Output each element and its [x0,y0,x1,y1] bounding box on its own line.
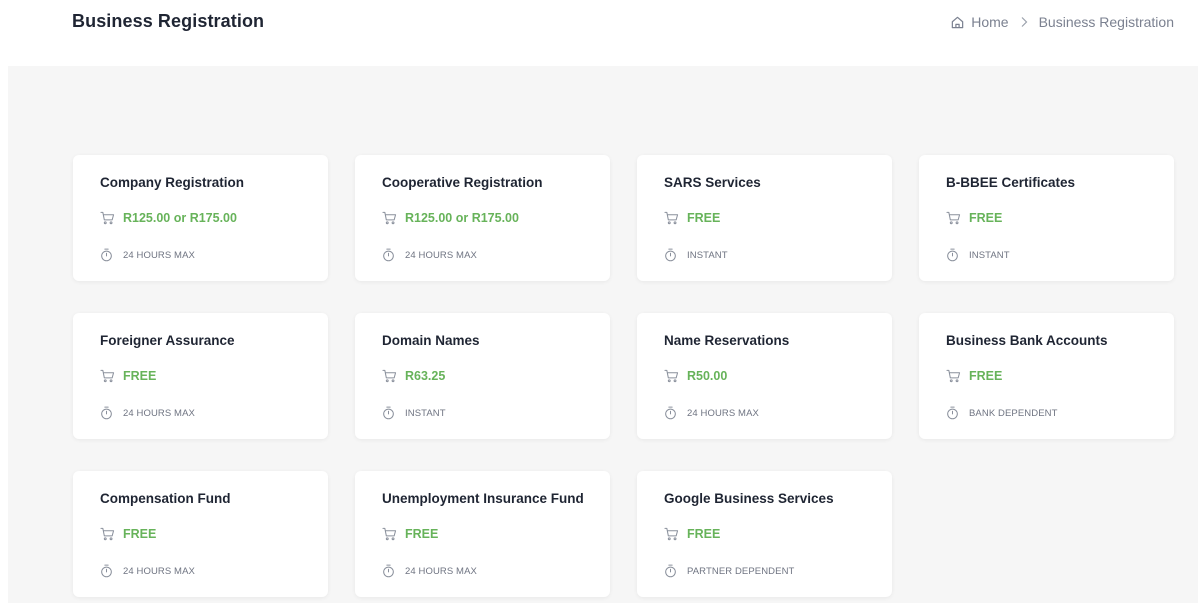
price-value: FREE [687,211,721,225]
cart-icon [382,211,397,225]
service-price: FREE [946,211,1002,225]
service-title: Name Reservations [664,333,790,348]
breadcrumb-current: Business Registration [1038,14,1174,30]
service-duration: 24 HOURS MAX [382,564,477,578]
service-price: FREE [100,369,156,383]
cart-icon [100,527,115,541]
service-title: Compensation Fund [100,491,231,506]
service-title: Foreigner Assurance [100,333,235,348]
home-icon[interactable] [950,15,965,30]
price-value: R63.25 [405,369,446,383]
price-value: FREE [123,527,157,541]
timer-icon [383,406,394,420]
timer-icon [947,248,958,262]
service-title: SARS Services [664,175,761,190]
cart-icon [946,369,961,383]
duration-value: PARTNER DEPENDENT [687,565,795,577]
service-card[interactable]: Name Reservations R50.00 24 HOURS MAX [637,313,892,439]
price-value: FREE [969,211,1003,225]
duration-value: INSTANT [405,407,446,419]
cart-icon [946,211,961,225]
cart-icon [100,211,115,225]
service-title: Unemployment Insurance Fund [382,491,584,506]
timer-icon [101,564,112,578]
service-card[interactable]: Foreigner Assurance FREE 24 HOURS MAX [73,313,328,439]
price-value: FREE [969,369,1003,383]
service-price: R50.00 [664,369,727,383]
cart-icon [664,527,679,541]
service-card[interactable]: Compensation Fund FREE 24 HOURS MAX [73,471,328,597]
service-duration: 24 HOURS MAX [100,248,195,262]
timer-icon [665,406,676,420]
duration-value: 24 HOURS MAX [123,565,195,577]
timer-icon [101,406,112,420]
service-card[interactable]: Business Bank Accounts FREE BANK DEPENDE… [919,313,1174,439]
service-title: Business Bank Accounts [946,333,1108,348]
service-duration: INSTANT [946,248,1010,262]
cart-icon [100,369,115,383]
content-area: Company Registration R125.00 or R175.00 … [8,66,1198,603]
service-title: Google Business Services [664,491,834,506]
service-price: R63.25 [382,369,445,383]
service-duration: 24 HOURS MAX [100,564,195,578]
duration-value: INSTANT [969,249,1010,261]
service-price: R125.00 or R175.00 [382,211,519,225]
service-duration: INSTANT [664,248,728,262]
service-card[interactable]: Company Registration R125.00 or R175.00 … [73,155,328,281]
cart-icon [664,211,679,225]
timer-icon [383,248,394,262]
page-header: Business Registration Home Business Regi… [0,0,1198,66]
duration-value: 24 HOURS MAX [405,565,477,577]
cart-icon [382,369,397,383]
service-title: Cooperative Registration [382,175,543,190]
timer-icon [101,248,112,262]
service-card[interactable]: Domain Names R63.25 INSTANT [355,313,610,439]
price-value: R50.00 [687,369,728,383]
service-card[interactable]: Google Business Services FREE PARTNER DE… [637,471,892,597]
duration-value: 24 HOURS MAX [123,249,195,261]
duration-value: BANK DEPENDENT [969,407,1058,419]
service-duration: 24 HOURS MAX [382,248,477,262]
service-title: Domain Names [382,333,480,348]
cart-icon [664,369,679,383]
timer-icon [665,564,676,578]
service-duration: INSTANT [382,406,446,420]
duration-value: 24 HOURS MAX [687,407,759,419]
service-price: FREE [100,527,156,541]
service-duration: PARTNER DEPENDENT [664,564,794,578]
service-title: B-BBEE Certificates [946,175,1076,190]
price-value: R125.00 or R175.00 [405,211,519,225]
timer-icon [383,564,394,578]
service-price: FREE [664,211,720,225]
price-value: FREE [405,527,439,541]
price-value: FREE [687,527,721,541]
service-duration: 24 HOURS MAX [664,406,759,420]
timer-icon [665,248,676,262]
price-value: R125.00 or R175.00 [123,211,237,225]
service-price: FREE [946,369,1002,383]
breadcrumb: Home Business Registration [950,14,1174,30]
page-title: Business Registration [72,11,265,31]
service-price: R125.00 or R175.00 [100,211,237,225]
duration-value: 24 HOURS MAX [405,249,477,261]
service-price: FREE [664,527,720,541]
service-card[interactable]: Unemployment Insurance Fund FREE 24 HOUR… [355,471,610,597]
service-card[interactable]: SARS Services FREE INSTANT [637,155,892,281]
service-card[interactable]: B-BBEE Certificates FREE INSTANT [919,155,1174,281]
service-title: Company Registration [100,175,245,190]
price-value: FREE [123,369,157,383]
service-grid: Company Registration R125.00 or R175.00 … [73,155,1174,597]
breadcrumb-home-link[interactable]: Home [971,14,1008,30]
service-price: FREE [382,527,438,541]
service-duration: 24 HOURS MAX [100,406,195,420]
timer-icon [947,406,958,420]
chevron-right-icon [1021,17,1027,27]
service-duration: BANK DEPENDENT [946,406,1058,420]
cart-icon [382,527,397,541]
duration-value: 24 HOURS MAX [123,407,195,419]
service-card[interactable]: Cooperative Registration R125.00 or R175… [355,155,610,281]
duration-value: INSTANT [687,249,728,261]
